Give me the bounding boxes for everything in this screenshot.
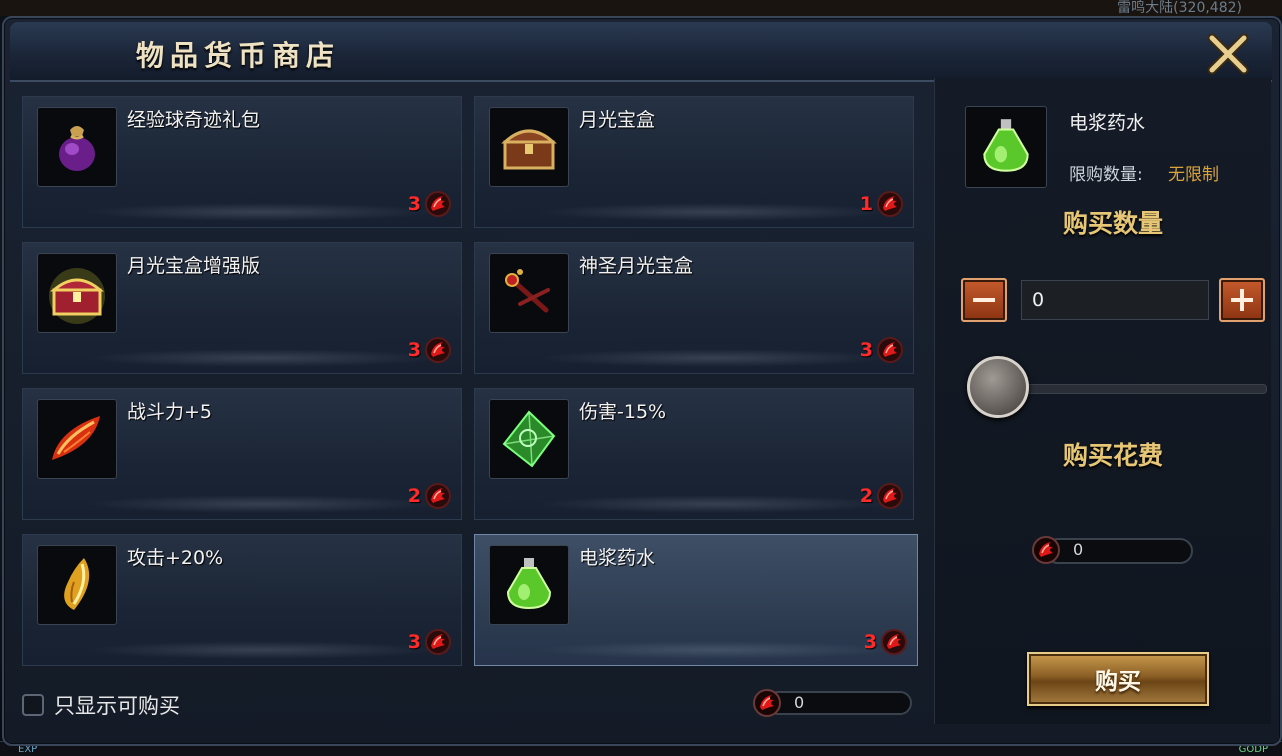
- green-gem-icon: [502, 410, 556, 468]
- quantity-slider-knob[interactable]: [967, 356, 1029, 418]
- item-name: 电浆药水: [579, 547, 656, 569]
- item-name: 战斗力+5: [127, 401, 213, 423]
- red-crest-coin-icon: [425, 191, 451, 217]
- card-mist: [83, 641, 441, 659]
- card-mist: [535, 349, 893, 367]
- item-price: 3: [864, 627, 909, 657]
- quantity-input[interactable]: [1021, 280, 1209, 320]
- decrease-quantity-button[interactable]: [961, 278, 1007, 322]
- only-purchasable-filter[interactable]: 只显示可购买: [22, 690, 180, 720]
- filter-label: 只显示可购买: [54, 694, 180, 718]
- price-value: 2: [407, 485, 421, 507]
- card-mist: [83, 349, 441, 367]
- red-crest-coin-icon: [753, 689, 781, 717]
- purchase-cost: 0: [1031, 534, 1195, 566]
- item-icon-frame: [489, 107, 569, 187]
- item-icon-frame: [489, 253, 569, 333]
- item-name: 经验球奇迹礼包: [127, 109, 261, 131]
- card-mist: [83, 495, 441, 513]
- detail-item-name: 电浆药水: [1069, 112, 1146, 134]
- title-bar: 物品货币商店: [10, 22, 1272, 82]
- item-icon-frame: [37, 253, 117, 333]
- only-purchasable-checkbox[interactable]: [22, 694, 44, 716]
- red-crest-coin-icon: [877, 191, 903, 217]
- item-icon-frame: [37, 545, 117, 625]
- item-card-2[interactable]: 月光宝盒增强版 3: [22, 242, 462, 374]
- item-name: 攻击+20%: [127, 547, 224, 569]
- cost-bar: [1045, 538, 1193, 564]
- item-price: 2: [860, 481, 905, 511]
- purchase-panel: 电浆药水 限购数量: 无限制 购买数量 购买花费 0 购买: [934, 78, 1271, 724]
- game-top-strip: 雷鸣大陆(320,482): [0, 0, 1282, 16]
- card-mist: [83, 203, 441, 221]
- cost-title: 购买花费: [1062, 441, 1163, 470]
- item-card-0[interactable]: 经验球奇迹礼包 3: [22, 96, 462, 228]
- red-feather-icon: [52, 416, 100, 460]
- scepter-icon: [505, 269, 550, 313]
- price-value: 1: [859, 193, 873, 215]
- item-price: 3: [860, 335, 905, 365]
- buy-button[interactable]: 购买: [1027, 652, 1209, 706]
- purchase-limit-value: 无限制: [1168, 165, 1219, 185]
- wallet-balance: 0: [752, 688, 914, 718]
- price-value: 3: [407, 193, 421, 215]
- price-value: 3: [859, 339, 873, 361]
- item-price: 1: [860, 189, 905, 219]
- card-mist: [535, 495, 893, 513]
- item-icon-frame: [489, 399, 569, 479]
- close-icon: [1207, 33, 1249, 75]
- price-value: 3: [407, 631, 421, 653]
- item-card-6[interactable]: 攻击+20% 3: [22, 534, 462, 666]
- item-card-3[interactable]: 神圣月光宝盒 3: [474, 242, 914, 374]
- wallet-amount: 0: [794, 693, 805, 712]
- red-crest-coin-icon: [1032, 536, 1060, 564]
- item-name: 伤害-15%: [579, 401, 667, 423]
- green-potion-icon: [983, 119, 1029, 172]
- item-card-7[interactable]: 电浆药水 3: [474, 534, 918, 666]
- golden-chest-icon: [49, 268, 105, 324]
- item-name: 月光宝盒增强版: [127, 255, 261, 277]
- treasure-chest-icon: [501, 129, 557, 170]
- item-card-5[interactable]: 伤害-15% 2: [474, 388, 914, 520]
- item-price: 3: [408, 627, 453, 657]
- wallet-bar: [766, 691, 912, 715]
- detail-icon-frame: [965, 106, 1047, 188]
- red-crest-coin-icon: [425, 629, 451, 655]
- close-button[interactable]: [1206, 32, 1250, 76]
- item-price: 3: [408, 335, 453, 365]
- quantity-title: 购买数量: [1062, 209, 1163, 238]
- item-icon-frame: [37, 399, 117, 479]
- item-price: 2: [408, 481, 453, 511]
- gold-shard-icon: [64, 558, 90, 610]
- red-crest-coin-icon: [425, 483, 451, 509]
- red-crest-coin-icon: [881, 629, 907, 655]
- card-mist: [535, 203, 893, 221]
- location-coords: 雷鸣大陆(320,482): [1117, 0, 1242, 16]
- item-card-4[interactable]: 战斗力+5 2: [22, 388, 462, 520]
- price-value: 3: [407, 339, 421, 361]
- red-crest-coin-icon: [425, 337, 451, 363]
- price-value: 3: [863, 631, 877, 653]
- cost-value: 0: [1073, 540, 1084, 559]
- purchase-limit-label: 限购数量:: [1069, 165, 1143, 185]
- purple-pouch-icon: [59, 126, 95, 171]
- item-name: 月光宝盒: [579, 109, 656, 131]
- item-icon-frame: [489, 545, 569, 625]
- window-title: 物品货币商店: [136, 39, 341, 72]
- green-potion-icon: [506, 558, 552, 610]
- item-price: 3: [408, 189, 453, 219]
- buy-button-label: 购买: [1095, 669, 1141, 695]
- card-mist: [535, 641, 897, 659]
- red-crest-coin-icon: [877, 337, 903, 363]
- increase-quantity-button[interactable]: [1219, 278, 1265, 322]
- item-card-1[interactable]: 月光宝盒 1: [474, 96, 914, 228]
- item-icon-frame: [37, 107, 117, 187]
- red-crest-coin-icon: [877, 483, 903, 509]
- price-value: 2: [859, 485, 873, 507]
- item-list: 经验球奇迹礼包 3 月光宝盒 1 月光宝盒增强版 3 神圣月光宝盒 3 战斗力+…: [18, 78, 924, 724]
- item-name: 神圣月光宝盒: [579, 255, 694, 277]
